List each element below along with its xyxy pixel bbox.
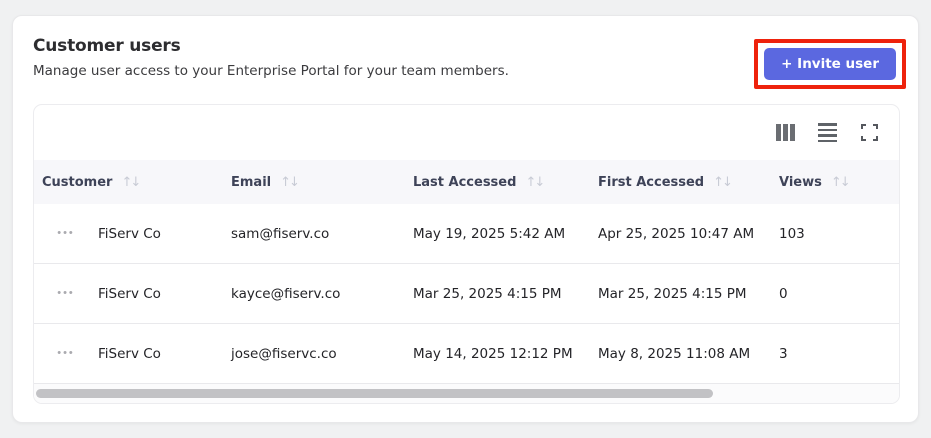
- invite-user-highlight-box: + Invite user: [754, 39, 906, 89]
- columns-icon: [775, 124, 795, 141]
- cell-last-accessed: May 19, 2025 5:42 AM: [413, 225, 566, 242]
- row-density-button[interactable]: [813, 119, 841, 147]
- table-body: ••• FiServ Co sam@fiserv.co May 19, 2025…: [34, 204, 899, 384]
- cell-views: 103: [779, 225, 805, 242]
- column-header-views[interactable]: Views ↑↓: [779, 160, 899, 204]
- cell-views: 0: [779, 285, 788, 302]
- column-header-last-accessed[interactable]: Last Accessed ↑↓: [413, 160, 598, 204]
- row-actions-button[interactable]: •••: [55, 224, 77, 243]
- fullscreen-button[interactable]: [855, 119, 883, 147]
- cell-views: 3: [779, 345, 788, 362]
- cell-customer: FiServ Co: [98, 225, 161, 242]
- page: { "header": { "title": "Customer users",…: [0, 0, 931, 438]
- column-label: Last Accessed: [413, 174, 517, 190]
- users-table-card: Customer ↑↓ Email ↑↓ Last Accessed ↑↓ Fi…: [33, 104, 900, 404]
- cell-email: kayce@fiserv.co: [231, 285, 341, 302]
- table-toolbar: [34, 105, 899, 160]
- column-label: Customer: [42, 174, 113, 190]
- cell-email: jose@fiservc.co: [231, 345, 337, 362]
- fullscreen-icon: [860, 124, 878, 141]
- sort-icon: ↑↓: [280, 174, 300, 190]
- table-row: ••• FiServ Co kayce@fiserv.co Mar 25, 20…: [34, 264, 899, 324]
- row-actions-button[interactable]: •••: [55, 344, 77, 363]
- sort-icon: ↑↓: [525, 174, 545, 190]
- column-header-email[interactable]: Email ↑↓: [231, 160, 413, 204]
- ellipsis-icon: •••: [57, 287, 75, 299]
- customer-users-panel: Customer users Manage user access to you…: [12, 15, 919, 423]
- column-label: Email: [231, 174, 272, 190]
- row-density-icon: [817, 123, 837, 142]
- cell-last-accessed: May 14, 2025 12:12 PM: [413, 345, 573, 362]
- ellipsis-icon: •••: [57, 227, 75, 239]
- table-header-row: Customer ↑↓ Email ↑↓ Last Accessed ↑↓ Fi…: [34, 160, 899, 204]
- sort-icon: ↑↓: [713, 174, 733, 190]
- column-header-customer[interactable]: Customer ↑↓: [34, 160, 231, 204]
- cell-first-accessed: Mar 25, 2025 4:15 PM: [598, 285, 747, 302]
- horizontal-scrollbar-thumb[interactable]: [36, 389, 713, 398]
- column-label: Views: [779, 174, 822, 190]
- sort-icon: ↑↓: [121, 174, 141, 190]
- ellipsis-icon: •••: [57, 347, 75, 359]
- cell-email: sam@fiserv.co: [231, 225, 330, 242]
- cell-first-accessed: May 8, 2025 11:08 AM: [598, 345, 751, 362]
- columns-toggle-button[interactable]: [771, 119, 799, 147]
- row-actions-button[interactable]: •••: [55, 284, 77, 303]
- cell-first-accessed: Apr 25, 2025 10:47 AM: [598, 225, 755, 242]
- column-label: First Accessed: [598, 174, 705, 190]
- cell-customer: FiServ Co: [98, 285, 161, 302]
- horizontal-scrollbar-track[interactable]: [34, 384, 899, 403]
- invite-user-button[interactable]: + Invite user: [764, 48, 896, 80]
- cell-customer: FiServ Co: [98, 345, 161, 362]
- cell-last-accessed: Mar 25, 2025 4:15 PM: [413, 285, 562, 302]
- table-row: ••• FiServ Co sam@fiserv.co May 19, 2025…: [34, 204, 899, 264]
- table-row: ••• FiServ Co jose@fiservc.co May 14, 20…: [34, 324, 899, 384]
- column-header-first-accessed[interactable]: First Accessed ↑↓: [598, 160, 779, 204]
- sort-icon: ↑↓: [830, 174, 851, 190]
